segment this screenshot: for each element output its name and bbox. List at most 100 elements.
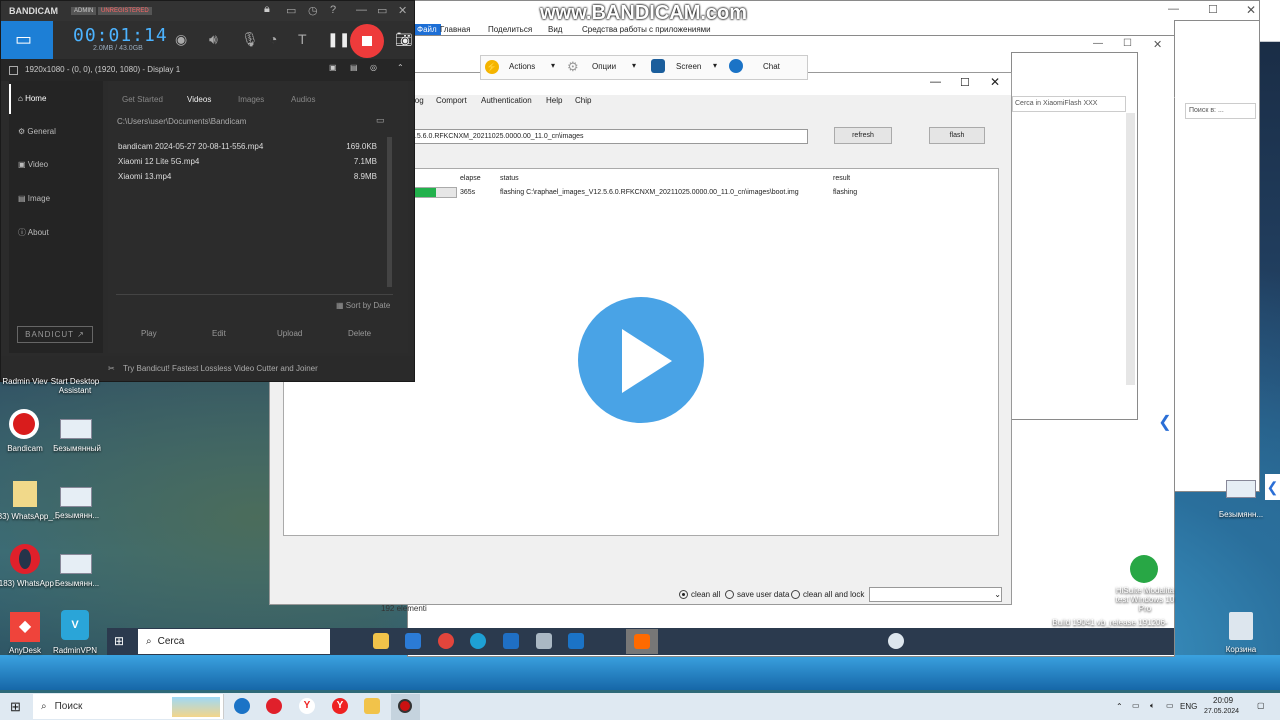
bandicam-app-icon[interactable] [9, 409, 39, 439]
explorer-window-right[interactable]: Поиск в: ... [1174, 20, 1260, 492]
store-taskbar-icon[interactable] [405, 633, 421, 649]
radmin-vpn-icon[interactable]: V [61, 610, 89, 640]
trash-icon[interactable] [1229, 612, 1253, 640]
maximize-icon[interactable]: ▭ [377, 4, 387, 17]
text-icon[interactable]: T [298, 31, 307, 47]
edit-button[interactable]: Edit [212, 329, 226, 338]
ribbon-tab-share[interactable]: Поделиться [488, 25, 532, 34]
close-icon[interactable]: ✕ [1246, 3, 1256, 17]
windows-start-icon[interactable]: ⊞ [10, 699, 21, 715]
image-file-icon[interactable] [1226, 480, 1256, 498]
radio-icon[interactable] [725, 590, 734, 600]
side-chevron-icon-right[interactable]: ❮ [1265, 474, 1280, 500]
opera-taskbar-icon[interactable] [266, 698, 282, 714]
close-icon[interactable]: ✕ [1153, 38, 1162, 51]
option-save-user-data[interactable]: save user data [725, 590, 789, 600]
menu-comport[interactable]: Comport [436, 96, 467, 105]
desktop-icon-bez3[interactable]: Безымянн... [42, 579, 112, 588]
tool-taskbar-icon[interactable] [536, 633, 552, 649]
sidebar-item-video[interactable]: ▣ Video [18, 160, 48, 169]
tab-audios[interactable]: Audios [291, 95, 315, 104]
ribbon-tab-app-tools[interactable]: Средства работы с приложениями [582, 25, 711, 34]
sort-by-date-button[interactable]: ▦ Sort by Date [336, 301, 390, 310]
script-select[interactable]: ⌄ [869, 587, 1002, 602]
clock-icon[interactable]: ◷ [308, 4, 318, 17]
sidebar-item-about[interactable]: ⓘ About [18, 227, 49, 238]
webcam-icon[interactable]: ◉ [175, 31, 187, 48]
ribbon-tab-file[interactable]: Файл [413, 24, 441, 35]
menu-help[interactable]: Help [546, 96, 562, 105]
folder-icon[interactable]: ▭ [286, 4, 296, 17]
upload-button[interactable]: Upload [277, 329, 302, 338]
speaker-icon[interactable]: 🔊︎ [209, 31, 218, 48]
desktop-icon-bez1[interactable]: Безымянный [42, 444, 112, 453]
refresh-button[interactable]: refresh [834, 127, 892, 144]
bandicam-window[interactable]: BANDICAM ADMIN UNREGISTERED 🔒︎ ▭ ◷ ? — ▭… [0, 0, 415, 382]
mail-taskbar-icon[interactable] [503, 633, 519, 649]
scrollbar[interactable] [387, 137, 392, 287]
screen-menu[interactable]: Screen [676, 62, 701, 71]
image-file-icon[interactable] [60, 554, 92, 574]
beach-search-highlight-icon[interactable] [172, 697, 220, 717]
video-icon[interactable]: ▣ [329, 63, 337, 72]
ribbon-tab-view[interactable]: Вид [548, 25, 562, 34]
remote-taskbar-app-icon[interactable] [568, 633, 584, 649]
desktop-icon-bez2[interactable]: Безымянн... [42, 511, 112, 520]
option-clean-all[interactable]: clean all [679, 590, 720, 600]
close-icon[interactable]: ✕ [990, 75, 1000, 89]
play-button[interactable]: Play [141, 329, 157, 338]
minimize-icon[interactable]: — [1168, 3, 1179, 15]
lock-icon[interactable]: 🔒︎ [264, 3, 270, 16]
desktop-icon-hisuite[interactable]: HiSuite Modalità test Windows 10 Pro [1110, 586, 1180, 613]
notification-icon[interactable]: ▢ [1257, 701, 1265, 710]
desktop-icon-bez4[interactable]: Безымянн... [1206, 510, 1276, 519]
cloud-taskbar-icon[interactable] [888, 633, 904, 649]
opera-icon[interactable] [10, 544, 40, 574]
xiaomi-taskbar-icon[interactable] [626, 629, 658, 654]
option-clean-all-lock[interactable]: clean all and lock [791, 590, 864, 600]
list-item[interactable]: Xiaomi 13.mp4 [118, 172, 171, 181]
sidebar-item-image[interactable]: ▤ Image [18, 194, 50, 203]
minimize-icon[interactable]: — [1093, 38, 1103, 49]
maximize-icon[interactable]: ☐ [1123, 38, 1132, 49]
pause-icon[interactable]: ❚❚ [327, 31, 350, 48]
clock-time[interactable]: 20:09 [1213, 696, 1233, 705]
display-checkbox[interactable] [9, 66, 18, 75]
explorer-search-box[interactable]: Cerca in XiaomiFlash XXX [1012, 96, 1126, 112]
remote-app-taskbar-icon[interactable] [234, 698, 250, 714]
explorer-window-front[interactable]: Cerca in XiaomiFlash XXX ctop_21... [1011, 52, 1175, 420]
menu-authentication[interactable]: Authentication [481, 96, 532, 105]
remote-search-box[interactable]: ⌕ Cerca [138, 629, 330, 654]
chevron-up-icon[interactable]: ⌃ [397, 63, 404, 72]
explorer-taskbar-icon[interactable] [373, 633, 389, 649]
camera-icon[interactable]: 📷︎ [395, 31, 413, 48]
tab-get-started[interactable]: Get Started [122, 95, 163, 104]
menu-chip[interactable]: Chip [575, 96, 591, 105]
options-menu[interactable]: Опции [592, 62, 616, 71]
network-icon[interactable]: ▭ [1132, 701, 1140, 710]
flash-button[interactable]: flash [929, 127, 985, 144]
bandicut-tip[interactable]: Try Bandicut! Fastest Lossless Video Cut… [123, 364, 318, 373]
desktop-icon-radmin2[interactable]: RadminVPN [40, 646, 110, 655]
anydesk-icon[interactable]: ◆ [10, 612, 40, 642]
minimize-icon[interactable]: — [356, 4, 367, 16]
radio-icon[interactable] [679, 590, 688, 600]
close-icon[interactable]: ✕ [398, 4, 407, 17]
remote-toolbar[interactable]: ⚡ Actions ▾ ⚙ Опции ▾ Screen ▾ Chat [480, 55, 808, 80]
rom-path-input[interactable]: 2.5.6.0.RFKCNXM_20211025.0000.00_11.0_cn… [408, 129, 808, 144]
tray-chevron-up-icon[interactable]: ⌃ [1116, 702, 1123, 711]
yandex-browser-taskbar-icon[interactable]: Y [332, 698, 348, 714]
clock-date[interactable]: 27.05.2024 [1204, 708, 1239, 715]
list-item[interactable]: bandicam 2024-05-27 20-08-11-556.mp4 [118, 142, 263, 151]
help-icon[interactable]: ? [330, 4, 336, 16]
speaker-icon[interactable]: 🔈︎ [1150, 701, 1155, 711]
folder-icon[interactable] [13, 481, 37, 507]
mouse-icon[interactable]: ◔ [269, 31, 277, 47]
battery-icon[interactable]: ▭ [1166, 701, 1174, 710]
desktop-icon-start-desktop[interactable]: Start Desktop Assistant [40, 377, 110, 395]
radio-icon[interactable] [791, 590, 800, 600]
microphone-icon[interactable]: 🎙︎ [241, 31, 259, 48]
chat-button[interactable]: Chat [763, 62, 780, 71]
hisuite-icon[interactable] [1130, 555, 1158, 583]
maximize-icon[interactable]: ☐ [1208, 3, 1218, 16]
